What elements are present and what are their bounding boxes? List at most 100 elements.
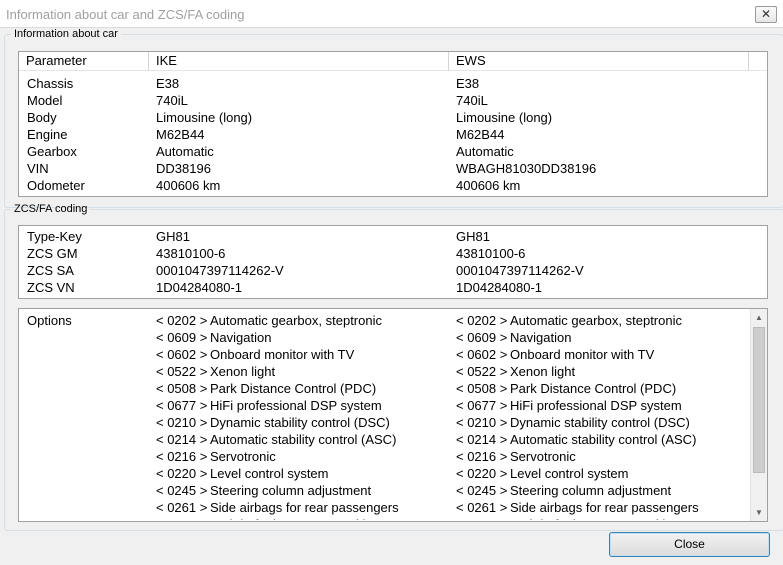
option-code: < 0522 > — [456, 364, 508, 379]
zcs-label: Type-Key — [27, 229, 82, 244]
param-label: Model — [27, 93, 63, 108]
option-desc: Anti-theft alarm system with DC — [210, 517, 392, 520]
scroll-up-icon[interactable]: ▲ — [751, 309, 767, 326]
option-code: < 0609 > — [156, 330, 208, 345]
option-code: < 0220 > — [456, 466, 508, 481]
close-icon[interactable]: ✕ — [755, 6, 777, 23]
option-item: < 0508 > Park Distance Control (PDC) — [456, 380, 676, 397]
option-item: < 0220 > Level control system — [456, 465, 629, 482]
scroll-down-icon[interactable]: ▼ — [751, 504, 767, 521]
ews-value: WBAGH81030DD38196 — [456, 161, 597, 176]
car-info-table: Parameter IKE EWS Chassis E38 E38 Model 740i… — [18, 51, 768, 197]
options-list: Options < 0202 > Automatic gearbox, stept… — [18, 308, 768, 522]
option-desc: Anti-theft alarm system with DC — [510, 517, 692, 520]
option-code: < 0602 > — [156, 347, 208, 362]
option-desc: Automatic gearbox, steptronic — [510, 313, 682, 328]
param-label: Gearbox — [27, 144, 77, 159]
option-item: < 0245 > Steering column adjustment — [156, 482, 371, 499]
ike-value: 740iL — [156, 93, 188, 108]
option-item: < 0202 > Automatic gearbox, steptronic — [456, 312, 682, 329]
option-item: < 0216 > Servotronic — [456, 448, 576, 465]
ews-value: E38 — [456, 76, 480, 91]
option-desc: Steering column adjustment — [210, 483, 372, 498]
options-label: Options — [27, 313, 72, 328]
option-desc: Side airbags for rear passengers — [210, 500, 399, 515]
option-code: < 0302 > — [156, 516, 210, 520]
option-desc: Automatic gearbox, steptronic — [210, 313, 382, 328]
option-code: < 0245 > — [456, 483, 508, 498]
scrollbar-thumb[interactable] — [753, 327, 765, 473]
option-code: < 0609 > — [456, 330, 508, 345]
options-viewport: Options < 0202 > Automatic gearbox, stept… — [19, 309, 750, 520]
ike-value: 400606 km — [156, 178, 221, 193]
ews-value: M62B44 — [456, 127, 505, 142]
option-desc: Xenon light — [510, 364, 576, 379]
header-filler — [749, 52, 767, 71]
zcs-ews-value: 43810100-6 — [456, 246, 526, 261]
ike-value: Automatic — [156, 144, 214, 159]
option-item: < 0210 > Dynamic stability control (DSC) — [456, 414, 690, 431]
option-desc: Onboard monitor with TV — [510, 347, 655, 362]
option-code: < 0302 > — [456, 516, 510, 520]
zcs-label: ZCS SA — [27, 263, 74, 278]
zcs-ike-value: 43810100-6 — [156, 246, 226, 261]
param-label: Chassis — [27, 76, 74, 91]
zcs-label: ZCS GM — [27, 246, 78, 261]
option-desc: Automatic stability control (ASC) — [210, 432, 397, 447]
option-code: < 0602 > — [456, 347, 508, 362]
ews-value: 400606 km — [456, 178, 521, 193]
car-info-legend: Information about car — [14, 28, 118, 40]
option-desc: Navigation — [510, 330, 572, 345]
option-code: < 0202 > — [156, 313, 208, 328]
param-label: Odometer — [27, 178, 85, 193]
ews-value: 740iL — [456, 93, 488, 108]
option-desc: Side airbags for rear passengers — [510, 500, 699, 515]
ike-value: DD38196 — [156, 161, 211, 176]
close-button[interactable]: Close — [609, 532, 770, 557]
ike-value: E38 — [156, 76, 180, 91]
option-item: < 0522 > Xenon light — [156, 363, 275, 380]
option-item: < 0302 >Anti-theft alarm system with DC — [456, 516, 692, 520]
option-item: < 0261 > Side airbags for rear passengers — [156, 499, 399, 516]
option-item: < 0214 > Automatic stability control (ASC… — [456, 431, 696, 448]
param-label: Engine — [27, 127, 68, 142]
option-code: < 0214 > — [456, 432, 508, 447]
option-code: < 0202 > — [456, 313, 508, 328]
options-scrollbar[interactable]: ▲ ▼ — [750, 309, 767, 521]
option-desc: Steering column adjustment — [510, 483, 672, 498]
option-code: < 0508 > — [156, 381, 208, 396]
param-label: VIN — [27, 161, 49, 176]
option-item: < 0245 > Steering column adjustment — [456, 482, 671, 499]
option-code: < 0216 > — [156, 449, 208, 464]
zcs-ews-value: 0001047397114262-V — [456, 263, 584, 278]
option-item: < 0609 > Navigation — [456, 329, 571, 346]
option-item: < 0677 > HiFi professional DSP system — [156, 397, 382, 414]
option-item: < 0214 > Automatic stability control (ASC… — [156, 431, 396, 448]
option-item: < 0261 > Side airbags for rear passengers — [456, 499, 699, 516]
option-item: < 0220 > Level control system — [156, 465, 329, 482]
option-desc: Level control system — [210, 466, 329, 481]
ews-value: Limousine (long) — [456, 110, 553, 125]
option-item: < 0677 > HiFi professional DSP system — [456, 397, 682, 414]
zcs-ike-value: 1D04284080-1 — [156, 280, 243, 295]
zcs-ews-value: 1D04284080-1 — [456, 280, 543, 295]
option-desc: Dynamic stability control (DSC) — [210, 415, 390, 430]
zcs-table: Type-Key GH81 GH81 ZCS GM 43810100-6 43810100… — [18, 225, 768, 299]
option-desc: Park Distance Control (PDC) — [210, 381, 377, 396]
option-code: < 0261 > — [156, 500, 208, 515]
title-bar: Information about car and ZCS/FA coding … — [0, 0, 783, 28]
ike-value: Limousine (long) — [156, 110, 253, 125]
header-ike[interactable]: IKE — [149, 52, 449, 71]
option-code: < 0522 > — [156, 364, 208, 379]
option-code: < 0210 > — [456, 415, 508, 430]
option-code: < 0508 > — [456, 381, 508, 396]
option-code: < 0210 > — [156, 415, 208, 430]
header-parameter[interactable]: Parameter — [19, 52, 149, 71]
zcs-label: ZCS VN — [27, 280, 75, 295]
option-code: < 0261 > — [456, 500, 508, 515]
header-ews[interactable]: EWS — [449, 52, 749, 71]
option-desc: Servotronic — [510, 449, 576, 464]
zcs-legend: ZCS/FA coding — [14, 203, 88, 215]
zcs-ike-value: GH81 — [156, 229, 190, 244]
option-item: < 0210 > Dynamic stability control (DSC) — [156, 414, 390, 431]
